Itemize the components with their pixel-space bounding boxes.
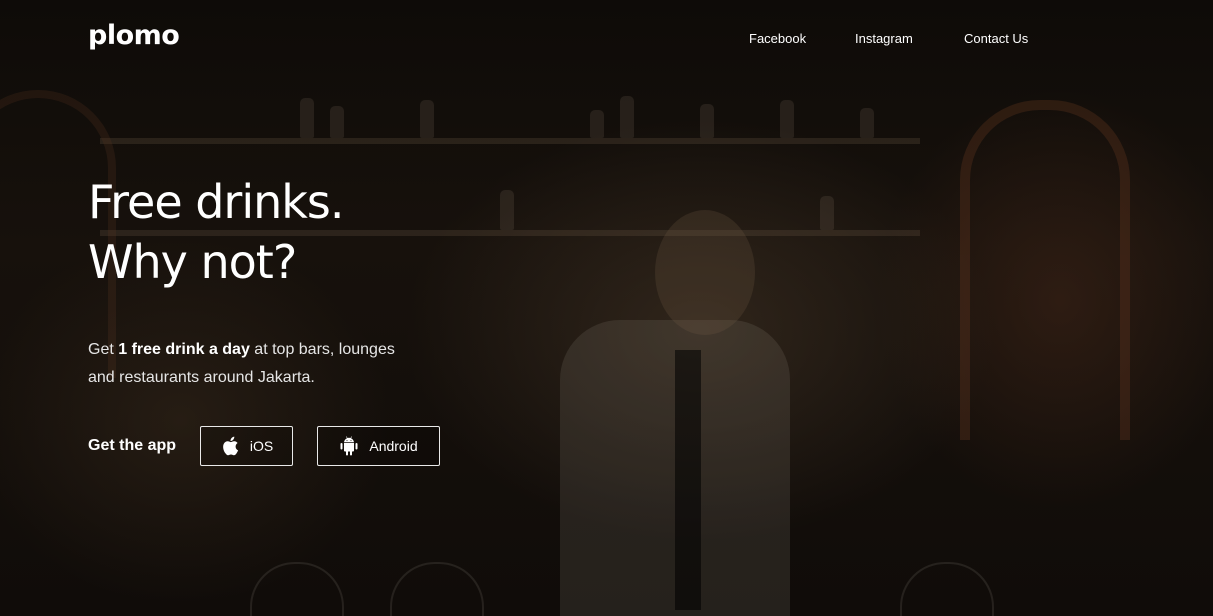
bartender-head bbox=[655, 210, 755, 335]
ios-button-label: iOS bbox=[249, 438, 274, 454]
bottle bbox=[780, 100, 794, 138]
headline-line-2: Why not? bbox=[88, 235, 297, 289]
wine-glass bbox=[900, 562, 994, 616]
bottle bbox=[330, 106, 344, 138]
hero-headline: Free drinks. Why not? bbox=[88, 172, 648, 292]
bottle bbox=[300, 98, 314, 138]
apple-icon bbox=[220, 436, 240, 456]
nav-link-instagram[interactable]: Instagram bbox=[855, 31, 913, 46]
bar-shelf bbox=[100, 138, 920, 144]
plomo-logo[interactable]: plomo bbox=[88, 20, 180, 51]
ios-download-button[interactable]: iOS bbox=[200, 426, 293, 466]
wine-glass bbox=[390, 562, 484, 616]
hero-background-image bbox=[0, 0, 1213, 616]
tagline-line-2: and restaurants around Jakarta. bbox=[88, 369, 315, 386]
android-button-label: Android bbox=[369, 438, 418, 454]
bottle bbox=[820, 196, 834, 230]
bottle bbox=[620, 96, 634, 138]
bottle bbox=[700, 104, 714, 138]
bottle bbox=[590, 110, 604, 138]
wine-glass bbox=[250, 562, 344, 616]
hero-tagline: Get 1 free drink a day at top bars, loun… bbox=[88, 336, 508, 392]
top-navigation: plomo Facebook Instagram Contact Us bbox=[0, 0, 1213, 80]
tagline-highlight: 1 free drink a day bbox=[118, 341, 250, 358]
bartender-tie bbox=[675, 350, 701, 610]
nav-link-facebook[interactable]: Facebook bbox=[749, 31, 806, 46]
hero-section: Free drinks. Why not? bbox=[88, 172, 648, 292]
nav-link-contact-us[interactable]: Contact Us bbox=[964, 31, 1028, 46]
get-the-app-label: Get the app bbox=[88, 437, 177, 454]
tagline-prefix: Get bbox=[88, 341, 119, 358]
bar-arch bbox=[960, 100, 1130, 440]
headline-line-1: Free drinks. bbox=[88, 175, 345, 229]
get-the-app-section: Get the app iOS Android bbox=[88, 426, 468, 468]
android-download-button[interactable]: Android bbox=[317, 426, 440, 466]
tagline-suffix: at top bars, lounges bbox=[249, 341, 395, 358]
bottle bbox=[860, 108, 874, 138]
android-icon bbox=[339, 436, 359, 456]
bottle bbox=[420, 100, 434, 138]
